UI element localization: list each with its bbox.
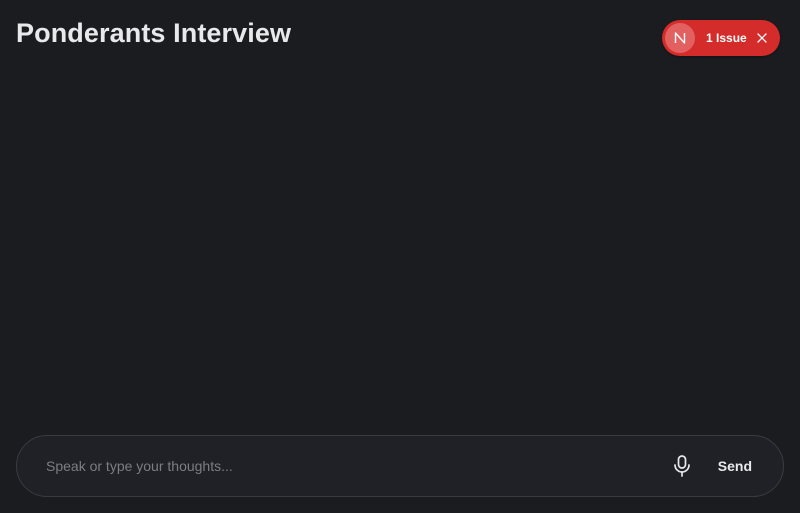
app-root: Ponderants Interview 1 Issue Send xyxy=(0,0,800,513)
issues-badge[interactable]: 1 Issue xyxy=(662,20,780,56)
n-letter-icon xyxy=(674,32,686,44)
issues-count-label[interactable]: 1 Issue xyxy=(706,31,747,45)
microphone-button[interactable] xyxy=(668,452,696,480)
page-title: Ponderants Interview xyxy=(16,18,292,48)
microphone-icon xyxy=(673,455,690,477)
message-input[interactable] xyxy=(17,436,668,496)
close-icon[interactable] xyxy=(755,31,769,45)
message-composer: Send xyxy=(16,435,784,497)
nextjs-logo-icon xyxy=(665,23,695,53)
send-button[interactable]: Send xyxy=(718,458,752,474)
